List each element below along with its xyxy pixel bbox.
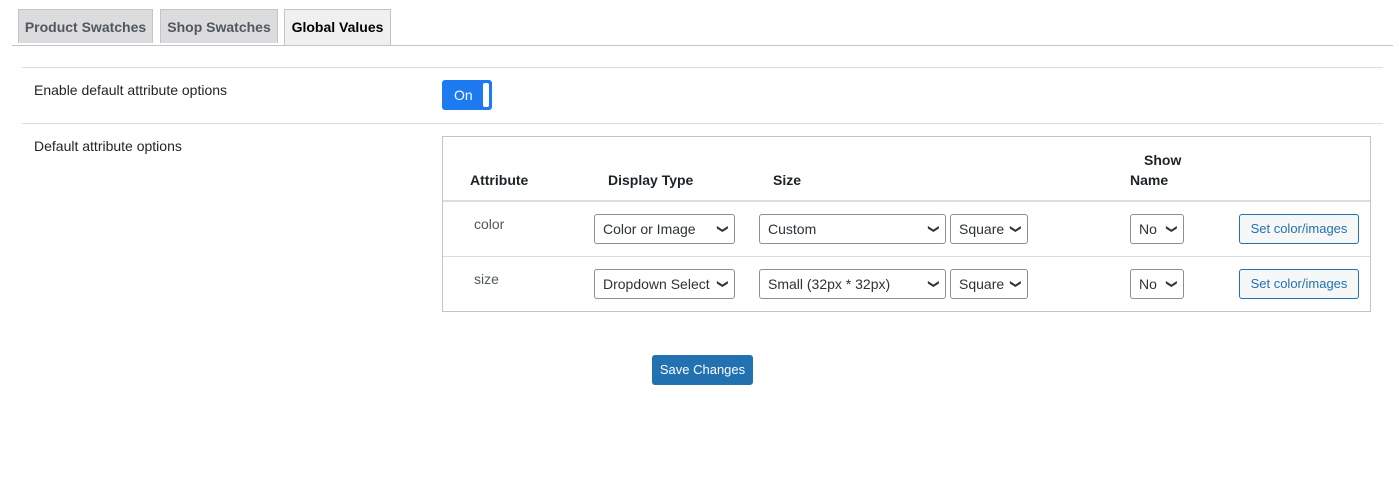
default-attribute-options-label: Default attribute options [34, 138, 182, 154]
header-show-name-line1: Show [1144, 152, 1182, 168]
chevron-down-icon: ❯ [1009, 224, 1022, 234]
chevron-down-icon: ❯ [1009, 279, 1022, 289]
settings-tabs: Product Swatches Shop Swatches Global Va… [12, 0, 1393, 46]
row-divider [22, 67, 1383, 68]
set-color-images-button-color[interactable]: Set color/images [1239, 214, 1359, 244]
display-type-select-size[interactable]: Dropdown Select ❯ [594, 269, 735, 299]
size-value: Custom [768, 221, 817, 237]
save-changes-button[interactable]: Save Changes [652, 355, 753, 385]
size-select-color[interactable]: Custom ❯ [759, 214, 946, 244]
show-name-value: No [1139, 276, 1157, 292]
attribute-name-color: color [474, 216, 505, 232]
header-divider [443, 200, 1370, 202]
chevron-down-icon: ❯ [1165, 279, 1178, 289]
size-select-size[interactable]: Small (32px * 32px) ❯ [759, 269, 946, 299]
header-attribute: Attribute [470, 172, 529, 188]
show-name-select-color[interactable]: No ❯ [1130, 214, 1184, 244]
chevron-down-icon: ❯ [1165, 224, 1178, 234]
chevron-down-icon: ❯ [927, 279, 940, 289]
show-name-value: No [1139, 221, 1157, 237]
shape-select-size[interactable]: Square ❯ [950, 269, 1028, 299]
header-size: Size [773, 172, 802, 188]
header-display-type: Display Type [608, 172, 694, 188]
tab-shop-swatches[interactable]: Shop Swatches [160, 9, 278, 43]
shape-value: Square [959, 221, 1005, 237]
tab-global-values[interactable]: Global Values [284, 9, 391, 45]
attribute-name-size: size [474, 271, 499, 287]
default-attributes-table: Attribute Display Type Size Show Name co… [442, 136, 1371, 312]
toggle-state-label: On [454, 87, 473, 103]
enable-default-options-toggle[interactable]: On [442, 80, 492, 110]
set-color-images-button-size[interactable]: Set color/images [1239, 269, 1359, 299]
show-name-select-size[interactable]: No ❯ [1130, 269, 1184, 299]
size-value: Small (32px * 32px) [768, 276, 891, 292]
shape-value: Square [959, 276, 1005, 292]
tab-product-swatches[interactable]: Product Swatches [18, 9, 153, 43]
enable-default-options-label: Enable default attribute options [34, 82, 228, 98]
row-divider [22, 123, 1383, 124]
row-divider [443, 256, 1370, 257]
header-show-name-line2: Name [1130, 172, 1169, 188]
display-type-select-color[interactable]: Color or Image ❯ [594, 214, 735, 244]
chevron-down-icon: ❯ [716, 279, 729, 289]
chevron-down-icon: ❯ [716, 224, 729, 234]
display-type-value: Dropdown Select [603, 276, 710, 292]
toggle-knob [483, 83, 489, 107]
display-type-value: Color or Image [603, 221, 696, 237]
shape-select-color[interactable]: Square ❯ [950, 214, 1028, 244]
chevron-down-icon: ❯ [927, 224, 940, 234]
